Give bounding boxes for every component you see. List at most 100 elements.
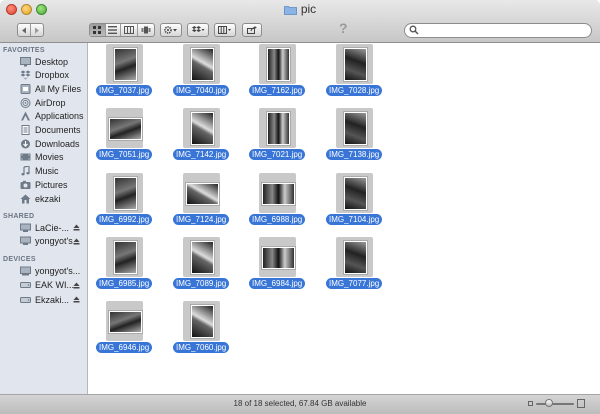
sidebar-item-label: Dropbox: [35, 70, 70, 81]
sidebar-item-shared-1[interactable]: yongyot's...: [0, 235, 87, 248]
icon-size-slider[interactable]: [536, 403, 574, 405]
file-thumbnail[interactable]: [259, 44, 296, 84]
sidebar: FAVORITES Desktop Dropbox All My Files AirD…: [0, 43, 88, 394]
sidebar-item-device-2[interactable]: Ekzaki...: [0, 293, 87, 306]
sidebar-item-favorite-4[interactable]: Applications: [0, 110, 87, 123]
photo-preview: [343, 240, 368, 275]
file-thumbnail[interactable]: [106, 237, 143, 277]
file-name-label[interactable]: IMG_6992.jpg: [96, 214, 153, 225]
sidebar-item-favorite-3[interactable]: AirDrop: [0, 96, 87, 109]
photo-preview: [343, 111, 368, 146]
eject-icon[interactable]: [73, 281, 80, 291]
photo-image: [115, 178, 136, 209]
small-icon-size-icon: [528, 401, 533, 406]
file-name-label[interactable]: IMG_6988.jpg: [249, 214, 306, 225]
file-name-label[interactable]: IMG_6946.jpg: [96, 342, 153, 353]
sidebar-item-shared-0[interactable]: LaCie-...: [0, 221, 87, 234]
all-files-icon: [20, 83, 31, 94]
search-input[interactable]: [404, 23, 592, 38]
network-computer-icon: [20, 222, 31, 233]
sidebar-item-label: Movies: [35, 152, 64, 163]
file-thumbnail[interactable]: [336, 173, 373, 213]
help-icon: ?: [339, 20, 348, 36]
sidebar-item-label: Downloads: [35, 138, 80, 149]
file-thumbnail[interactable]: [259, 108, 296, 148]
file-thumbnail[interactable]: [336, 108, 373, 148]
sidebar-item-favorite-10[interactable]: ekzaki: [0, 192, 87, 205]
sidebar-item-favorite-2[interactable]: All My Files: [0, 82, 87, 95]
file-name-label[interactable]: IMG_7021.jpg: [249, 149, 306, 160]
sidebar-item-device-0[interactable]: yongyot's...: [0, 264, 87, 277]
file-name-label[interactable]: IMG_7051.jpg: [96, 149, 153, 160]
file-name-label[interactable]: IMG_7142.jpg: [173, 149, 230, 160]
eject-icon[interactable]: [73, 223, 80, 233]
sidebar-item-favorite-8[interactable]: Music: [0, 165, 87, 178]
window-title: pic: [300, 2, 317, 16]
list-view-button[interactable]: [106, 24, 122, 36]
back-forward-control: [17, 23, 44, 37]
view-mode-control: [89, 23, 155, 37]
file-name-label[interactable]: IMG_7028.jpg: [326, 85, 383, 96]
file-name-label[interactable]: IMG_6985.jpg: [96, 278, 153, 289]
file-thumbnail[interactable]: [259, 173, 296, 213]
photo-preview: [185, 182, 220, 206]
photo-image: [192, 49, 213, 80]
file-thumbnail[interactable]: [183, 237, 220, 277]
column-view-button[interactable]: [121, 24, 138, 36]
file-thumbnail[interactable]: [259, 237, 296, 277]
eject-icon[interactable]: [73, 237, 80, 247]
file-name-label[interactable]: IMG_7040.jpg: [173, 85, 230, 96]
photo-preview: [343, 176, 368, 211]
back-button[interactable]: [18, 24, 31, 36]
file-name-label[interactable]: IMG_7089.jpg: [173, 278, 230, 289]
photo-image: [192, 242, 213, 273]
sidebar-item-favorite-0[interactable]: Desktop: [0, 55, 87, 68]
icon-size-slider-knob[interactable]: [545, 399, 553, 407]
sidebar-item-label: LaCie-...: [35, 222, 70, 233]
file-thumbnail[interactable]: [106, 173, 143, 213]
gear-icon: [164, 26, 177, 34]
window-title-bar: pic: [0, 2, 600, 18]
sidebar-item-favorite-5[interactable]: Documents: [0, 124, 87, 137]
share-button[interactable]: [242, 23, 262, 37]
file-thumbnail[interactable]: [106, 301, 143, 341]
arrange-menu-button[interactable]: [214, 23, 236, 37]
cover-flow-button[interactable]: [138, 24, 154, 36]
file-thumbnail[interactable]: [336, 44, 373, 84]
file-name-label[interactable]: IMG_7138.jpg: [326, 149, 383, 160]
file-name-label[interactable]: IMG_7077.jpg: [326, 278, 383, 289]
file-thumbnail[interactable]: [106, 44, 143, 84]
sidebar-item-favorite-6[interactable]: Downloads: [0, 137, 87, 150]
file-name-label[interactable]: IMG_7060.jpg: [173, 342, 230, 353]
photo-image: [115, 242, 136, 273]
dropbox-icon: [192, 26, 205, 32]
sidebar-header-favorites: FAVORITES: [3, 47, 45, 54]
file-thumbnail[interactable]: [183, 173, 220, 213]
file-name-label[interactable]: IMG_7037.jpg: [96, 85, 153, 96]
status-bar: 18 of 18 selected, 67.84 GB available: [0, 394, 600, 414]
file-name-label[interactable]: IMG_7104.jpg: [326, 214, 383, 225]
file-thumbnail[interactable]: [183, 44, 220, 84]
file-thumbnail[interactable]: [183, 301, 220, 341]
action-menu-button[interactable]: [160, 23, 182, 37]
airdrop-icon: [20, 97, 31, 108]
sidebar-item-favorite-1[interactable]: Dropbox: [0, 69, 87, 82]
file-thumbnail[interactable]: [336, 237, 373, 277]
file-name-label[interactable]: IMG_6984.jpg: [249, 278, 306, 289]
forward-button[interactable]: [31, 24, 43, 36]
music-icon: [20, 166, 31, 177]
drive-icon: [20, 280, 31, 291]
file-thumbnail[interactable]: [183, 108, 220, 148]
sidebar-item-favorite-9[interactable]: Pictures: [0, 178, 87, 191]
arrange-icon: [218, 26, 231, 34]
sidebar-item-label: Ekzaki...: [35, 294, 70, 305]
sidebar-item-favorite-7[interactable]: Movies: [0, 151, 87, 164]
file-name-label[interactable]: IMG_7124.jpg: [173, 214, 230, 225]
file-thumbnail[interactable]: [106, 108, 143, 148]
file-name-label[interactable]: IMG_7162.jpg: [249, 85, 306, 96]
sidebar-item-device-1[interactable]: EAK WI...: [0, 279, 87, 292]
dropbox-menu-button[interactable]: [187, 23, 209, 37]
eject-icon[interactable]: [73, 295, 80, 305]
sidebar-item-label: All My Files: [35, 83, 82, 94]
icon-view-button[interactable]: [90, 24, 106, 36]
